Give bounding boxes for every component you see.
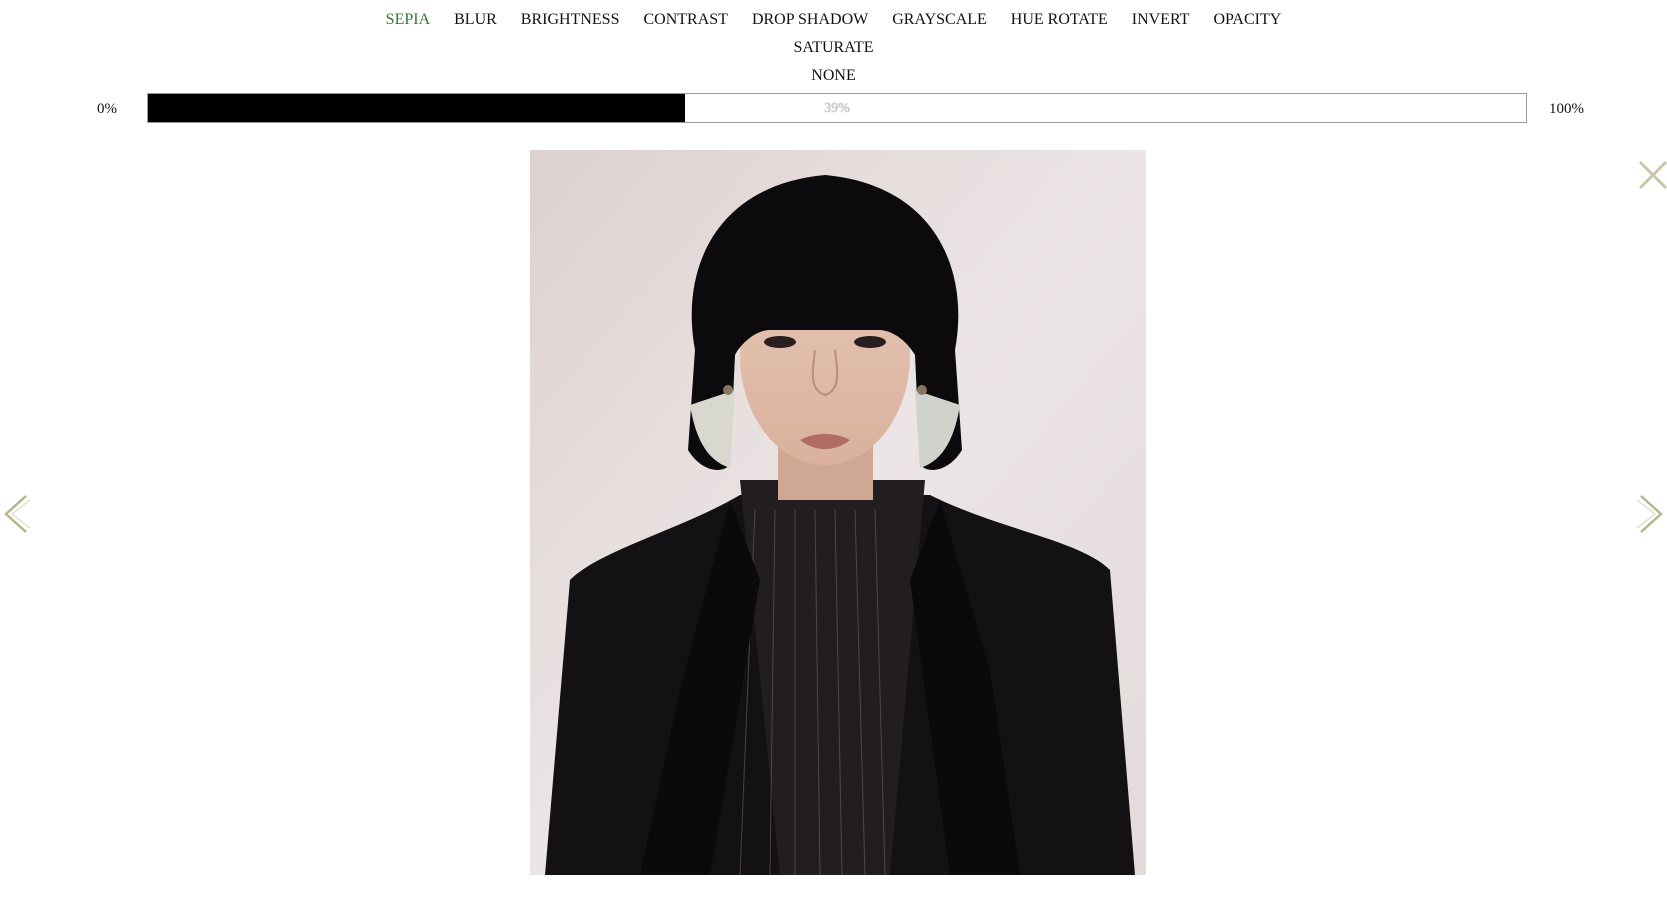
filter-invert[interactable]: INVERT: [1120, 6, 1202, 34]
portrait-image: [530, 150, 1146, 875]
chevron-left-icon[interactable]: [0, 492, 34, 536]
filter-intensity-slider[interactable]: 39%: [147, 93, 1527, 123]
filter-row-1: SEPIA BLUR BRIGHTNESS CONTRAST DROP SHAD…: [0, 6, 1667, 34]
chevron-right-icon[interactable]: [1633, 492, 1667, 536]
filter-sepia[interactable]: SEPIA: [374, 6, 442, 34]
filter-intensity-control: 0% 39% 100%: [0, 93, 1667, 125]
portrait-photo: [530, 150, 1146, 875]
filter-drop-shadow[interactable]: DROP SHADOW: [740, 6, 880, 34]
filter-hue-rotate[interactable]: HUE ROTATE: [999, 6, 1120, 34]
filter-row-2: SATURATE: [0, 34, 1667, 62]
filter-saturate[interactable]: SATURATE: [781, 34, 885, 62]
filter-opacity[interactable]: OPACITY: [1201, 6, 1293, 34]
filter-brightness[interactable]: BRIGHTNESS: [509, 6, 632, 34]
progress-value-label: 39%: [824, 101, 850, 116]
filter-menu: SEPIA BLUR BRIGHTNESS CONTRAST DROP SHAD…: [0, 6, 1667, 90]
filter-none[interactable]: NONE: [799, 62, 867, 90]
progress-min-label: 0%: [97, 101, 117, 117]
filter-grayscale[interactable]: GRAYSCALE: [880, 6, 999, 34]
filter-row-3: NONE: [0, 62, 1667, 90]
filter-contrast[interactable]: CONTRAST: [631, 6, 739, 34]
progress-max-label: 100%: [1549, 101, 1584, 117]
close-icon[interactable]: [1636, 158, 1667, 192]
filter-blur[interactable]: BLUR: [442, 6, 509, 34]
